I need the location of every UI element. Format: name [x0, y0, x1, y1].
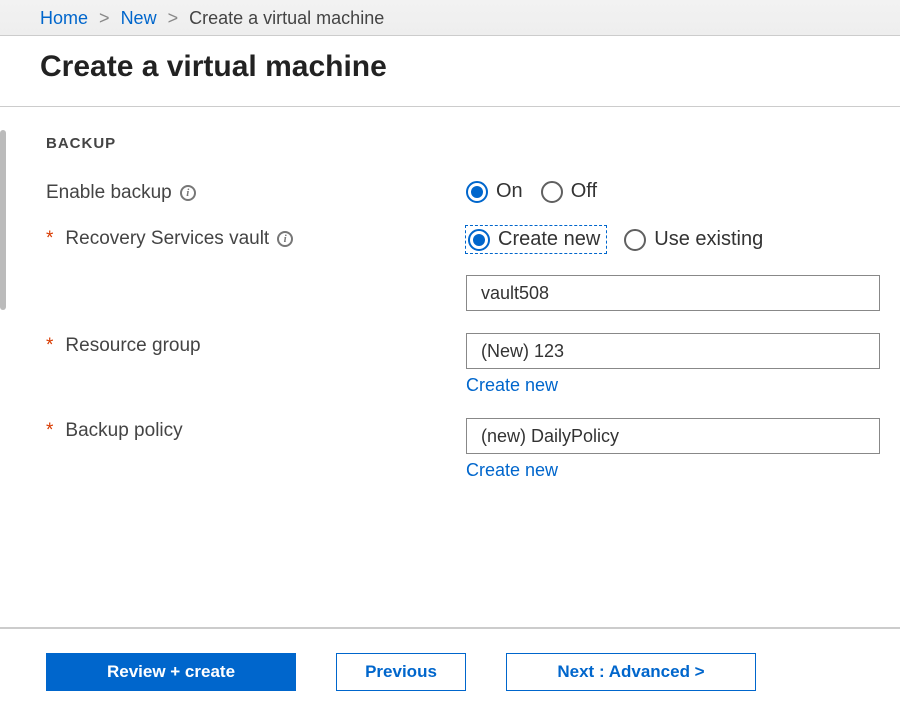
breadcrumb-new[interactable]: New — [121, 8, 157, 28]
info-icon[interactable]: i — [180, 185, 196, 201]
radio-label: On — [496, 180, 523, 203]
radio-label: Off — [571, 180, 597, 203]
enable-backup-radio-group: On Off — [466, 180, 900, 203]
required-marker: * — [46, 335, 53, 357]
backup-policy-label: Backup policy — [65, 420, 182, 442]
radio-icon — [541, 181, 563, 203]
required-marker: * — [46, 420, 53, 442]
info-icon[interactable]: i — [277, 231, 293, 247]
backup-policy-input[interactable] — [466, 418, 880, 454]
page-title: Create a virtual machine — [40, 50, 882, 84]
radio-icon — [466, 181, 488, 203]
vault-label: Recovery Services vault — [65, 228, 269, 250]
radio-icon — [624, 229, 646, 251]
resource-group-create-new-link[interactable]: Create new — [466, 375, 558, 396]
review-create-button[interactable]: Review + create — [46, 653, 296, 691]
previous-button[interactable]: Previous — [336, 653, 466, 691]
backup-policy-create-new-link[interactable]: Create new — [466, 460, 558, 481]
breadcrumb-current: Create a virtual machine — [189, 8, 384, 28]
chevron-right-icon: > — [99, 8, 110, 28]
breadcrumb-home[interactable]: Home — [40, 8, 88, 28]
enable-backup-label: Enable backup — [46, 182, 172, 204]
enable-backup-on-radio[interactable]: On — [466, 180, 523, 203]
vault-create-new-radio[interactable]: Create new — [466, 226, 606, 253]
radio-icon — [468, 229, 490, 251]
radio-label: Use existing — [654, 228, 763, 251]
resource-group-label: Resource group — [65, 335, 200, 357]
radio-label: Create new — [498, 228, 600, 251]
breadcrumb: Home > New > Create a virtual machine — [0, 0, 900, 36]
next-button[interactable]: Next : Advanced > — [506, 653, 756, 691]
chevron-right-icon: > — [168, 8, 179, 28]
section-backup-label: BACKUP — [46, 135, 900, 152]
footer-actions: Review + create Previous Next : Advanced… — [0, 627, 900, 715]
required-marker: * — [46, 228, 53, 250]
resource-group-input[interactable] — [466, 333, 880, 369]
vault-radio-group: Create new Use existing — [466, 226, 900, 253]
vault-use-existing-radio[interactable]: Use existing — [624, 228, 763, 251]
enable-backup-off-radio[interactable]: Off — [541, 180, 597, 203]
vault-name-input[interactable] — [466, 275, 880, 311]
